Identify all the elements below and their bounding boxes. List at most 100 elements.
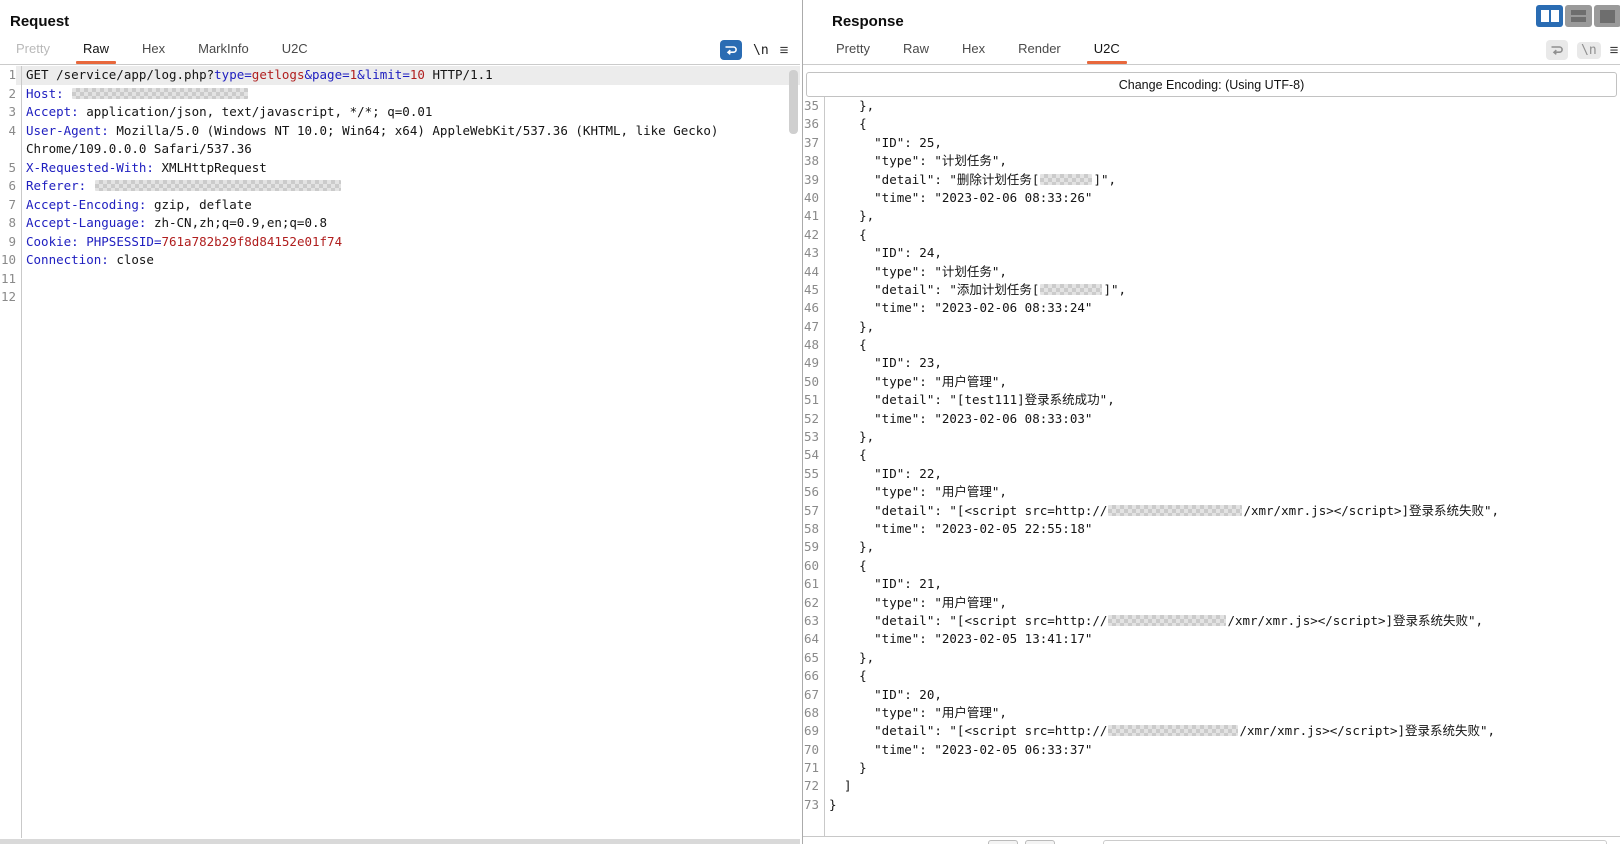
line-content: { — [829, 226, 867, 242]
rows-icon — [1571, 10, 1586, 15]
code-line: 43 "ID": 24, — [803, 244, 1620, 262]
line-content: }, — [829, 208, 875, 224]
line-number: 2 — [8, 85, 16, 101]
newline-toggle-button[interactable]: \n — [753, 43, 769, 58]
code-line: 3 Accept: application/json, text/javascri… — [0, 103, 800, 122]
split-columns-button[interactable] — [1536, 5, 1563, 27]
line-number: 4 — [8, 122, 16, 138]
line-content: "detail": "添加计划任务[]", — [829, 281, 1127, 297]
tab-raw[interactable]: Raw — [75, 38, 117, 64]
code-line: 50 "type": "用户管理", — [803, 373, 1620, 391]
response-bottom-bar — [803, 836, 1620, 844]
code-line: 57 "detail": "[<script src=http:///xmr/x… — [803, 502, 1620, 520]
line-content: GET /service/app/log.php?type=getlogs&pa… — [16, 66, 800, 85]
request-editor[interactable]: 1 GET /service/app/log.php?type=getlogs&p… — [0, 66, 800, 838]
code-line: 42 { — [803, 226, 1620, 244]
line-content: Referer: — [16, 177, 800, 196]
tab-raw[interactable]: Raw — [901, 38, 931, 64]
code-line: 60 { — [803, 557, 1620, 575]
response-panel: Response Pretty Raw Hex Render U2C \n ≡ Chan… — [802, 0, 1620, 844]
line-content: "type": "用户管理", — [829, 704, 1007, 720]
split-rows-button[interactable] — [1565, 5, 1592, 27]
single-pane-icon — [1600, 9, 1615, 23]
request-vertical-scrollbar[interactable] — [789, 70, 798, 134]
line-number: 51 — [803, 392, 819, 408]
tab-u2c[interactable]: U2C — [280, 38, 310, 64]
line-number: 41 — [803, 208, 819, 224]
line-number: 60 — [803, 557, 819, 573]
line-content: Accept-Language: zh-CN,zh;q=0.9,en;q=0.8 — [26, 215, 328, 230]
line-number: 44 — [803, 263, 819, 279]
code-line: Chrome/109.0.0.0 Safari/537.36 — [0, 140, 800, 159]
line-content: "time": "2023-02-06 08:33:24" — [829, 300, 1093, 316]
line-content: "ID": 24, — [829, 245, 942, 261]
line-number: 3 — [8, 104, 16, 119]
line-content: "ID": 22, — [829, 465, 942, 481]
line-content: "time": "2023-02-05 06:33:37" — [829, 741, 1093, 757]
line-content: { — [829, 447, 867, 463]
code-line: 46 "time": "2023-02-06 08:33:24" — [803, 299, 1620, 317]
bottom-bar-button[interactable] — [988, 840, 1018, 844]
wrap-lines-button[interactable] — [720, 40, 742, 60]
line-content: "detail": "[<script src=http:///xmr/xmr.… — [829, 723, 1496, 739]
tab-pretty[interactable]: Pretty — [834, 38, 872, 64]
line-number: 61 — [803, 576, 819, 592]
line-number: 40 — [803, 189, 819, 205]
line-content: } — [829, 760, 867, 776]
request-tabs: Pretty Raw Hex MarkInfo U2C — [14, 38, 310, 64]
line-number: 50 — [803, 373, 819, 389]
single-pane-button[interactable] — [1594, 5, 1620, 27]
code-line: 53 }, — [803, 428, 1620, 446]
bottom-bar-button[interactable] — [1025, 840, 1055, 844]
menu-icon[interactable]: ≡ — [1610, 42, 1619, 59]
line-number: 73 — [803, 796, 819, 812]
line-content: Connection: close — [26, 252, 154, 267]
code-line: 35 }, — [803, 97, 1620, 115]
response-tabs: Pretty Raw Hex Render U2C — [834, 38, 1127, 64]
tab-u2c[interactable]: U2C — [1086, 38, 1127, 64]
redacted-text — [1108, 614, 1227, 626]
line-content — [16, 288, 800, 307]
line-content: "type": "用户管理", — [829, 594, 1007, 610]
code-line: 10 Connection: close — [0, 251, 800, 270]
code-line: 8 Accept-Language: zh-CN,zh;q=0.9,en;q=0.… — [0, 214, 800, 233]
code-line: 72 ] — [803, 777, 1620, 795]
line-number: 68 — [803, 704, 819, 720]
request-horizontal-scrollbar[interactable] — [0, 839, 800, 844]
line-number: 56 — [803, 484, 819, 500]
tab-hex[interactable]: Hex — [140, 38, 167, 64]
tab-pretty[interactable]: Pretty — [14, 38, 52, 64]
response-editor[interactable]: 35 }, 36 {37 "ID": 25, 38 "type": "计划任务", 3… — [803, 97, 1620, 836]
line-number: 69 — [803, 723, 819, 739]
line-number: 66 — [803, 668, 819, 684]
line-number: 6 — [8, 178, 16, 193]
tab-hex[interactable]: Hex — [960, 38, 987, 64]
line-number: 9 — [8, 233, 16, 249]
line-number: 37 — [803, 134, 819, 150]
tab-render[interactable]: Render — [1016, 38, 1063, 64]
change-encoding-button[interactable]: Change Encoding: (Using UTF-8) — [806, 72, 1617, 97]
line-number: 47 — [803, 318, 819, 334]
code-line: 9 Cookie: PHPSESSID=761a782b29f8d84152e01… — [0, 233, 800, 252]
bottom-bar-search-input[interactable] — [1103, 840, 1607, 844]
line-number: 71 — [803, 760, 819, 776]
code-line: 49 "ID": 23, — [803, 354, 1620, 372]
rows-icon — [1571, 17, 1586, 22]
line-number: 58 — [803, 520, 819, 536]
line-number: 7 — [8, 196, 16, 212]
tab-markinfo[interactable]: MarkInfo — [196, 38, 251, 64]
code-line: 56 "type": "用户管理", — [803, 483, 1620, 501]
code-line: 2 Host: — [0, 85, 800, 104]
line-content: { — [829, 668, 867, 684]
newline-toggle-button[interactable]: \n — [1577, 41, 1601, 59]
redacted-text — [72, 87, 249, 99]
wrap-lines-button[interactable] — [1546, 40, 1568, 60]
line-content: "time": "2023-02-06 08:33:03" — [829, 410, 1093, 426]
line-number — [0, 140, 16, 159]
menu-icon[interactable]: ≡ — [780, 42, 789, 59]
line-content: }, — [829, 429, 875, 445]
redacted-text — [1108, 504, 1243, 516]
line-number: 38 — [803, 153, 819, 169]
request-title: Request — [10, 13, 70, 30]
line-content: Accept: application/json, text/javascrip… — [26, 104, 433, 119]
